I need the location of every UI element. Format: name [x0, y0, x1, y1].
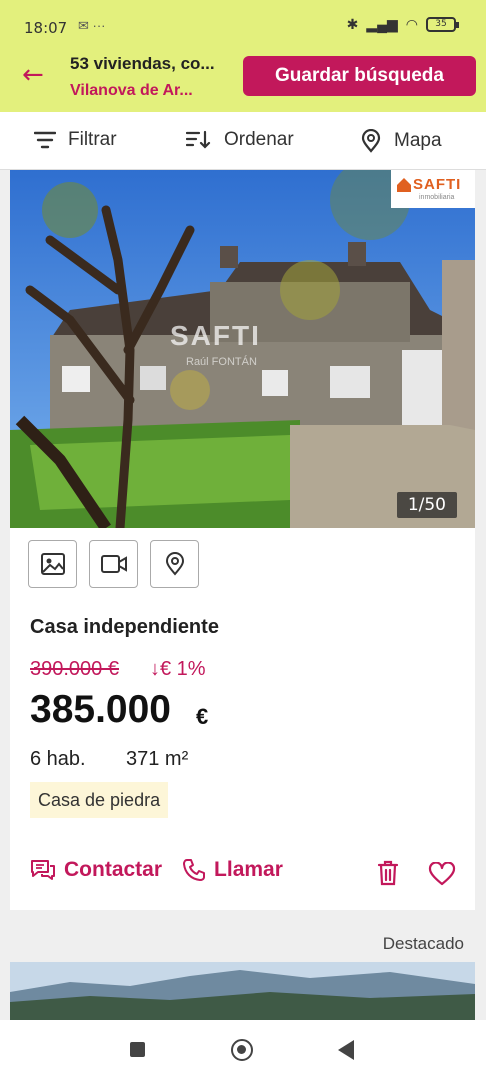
back-triangle-icon[interactable] [338, 1040, 354, 1060]
photos-button[interactable] [28, 540, 77, 588]
filter-button[interactable]: Filtrar [34, 129, 117, 151]
surface-area: 371 m² [126, 748, 189, 770]
save-search-button[interactable]: Guardar búsqueda [243, 56, 476, 96]
trash-icon[interactable] [376, 860, 400, 886]
agency-logo-text: SAFTI [413, 176, 462, 193]
next-listing-photo[interactable] [10, 962, 475, 1020]
video-button[interactable] [89, 540, 138, 588]
sort-icon [186, 130, 211, 149]
rooms-count: 6 hab. [30, 748, 86, 770]
sort-label: Ordenar [224, 129, 294, 150]
system-nav-bar [0, 1020, 486, 1080]
image-icon [40, 553, 65, 575]
call-button[interactable]: Llamar [182, 858, 283, 882]
wifi-icon: ◠ [405, 16, 418, 32]
location-pin-icon [165, 552, 184, 576]
filter-icon [34, 131, 56, 149]
current-price: 385.000 [30, 688, 171, 731]
old-price: 390.000 € [30, 658, 119, 680]
map-label: Mapa [394, 130, 442, 151]
heart-icon[interactable] [428, 862, 456, 886]
search-title: 53 viviendas, co... [70, 54, 215, 73]
location-button[interactable] [150, 540, 199, 588]
house-logo-icon [397, 178, 411, 192]
landscape-photo-image [10, 962, 475, 1020]
property-type: Casa independiente [30, 616, 219, 638]
listing-photo[interactable]: SAFTI Raúl FONTÁN SAFTI inmobiliaria 1/5… [10, 170, 475, 528]
bluetooth-icon: ✱ [346, 16, 359, 32]
app-header: ← 53 viviendas, co... Vilanova de Ar... … [0, 52, 486, 112]
home-icon[interactable] [231, 1039, 253, 1061]
listing-actions: Contactar Llamar [30, 858, 283, 882]
photo-counter: 1/50 [396, 492, 457, 518]
listing-card[interactable]: SAFTI Raúl FONTÁN SAFTI inmobiliaria 1/5… [10, 170, 475, 910]
agency-logo-subtext: inmobiliaria [419, 194, 455, 201]
photo-watermark: SAFTI [170, 320, 261, 351]
map-button[interactable]: Mapa [360, 129, 442, 153]
media-buttons [28, 540, 199, 588]
recents-icon[interactable] [130, 1042, 145, 1057]
price-drop: ↓€ 1% [150, 658, 206, 680]
map-pin-icon [361, 129, 381, 153]
battery-icon: 35 [426, 17, 459, 32]
phone-icon [183, 859, 206, 881]
feature-tag: Casa de piedra [30, 782, 169, 818]
search-location: Vilanova de Ar... [70, 82, 193, 99]
notification-icons: ✉ ··· [78, 18, 106, 33]
call-label: Llamar [214, 858, 283, 881]
status-bar: 18:07 ✉ ··· ✱ ▂▄▆ ◠ 35 [0, 0, 486, 52]
contact-label: Contactar [64, 858, 163, 881]
featured-label: Destacado [382, 934, 464, 953]
contact-button[interactable]: Contactar [30, 858, 162, 882]
signal-icon: ▂▄▆ [366, 16, 398, 32]
chat-icon [31, 860, 55, 880]
filter-toolbar: Filtrar Ordenar Mapa [0, 112, 486, 170]
agency-logo: SAFTI inmobiliaria [391, 170, 475, 208]
system-icons: ✱ ▂▄▆ ◠ 35 [346, 16, 459, 33]
photo-watermark-agent: Raúl FONTÁN [186, 356, 257, 368]
back-arrow-icon[interactable]: ← [22, 60, 44, 90]
price-currency: € [196, 704, 209, 729]
status-time: 18:07 [24, 19, 68, 37]
sort-button[interactable]: Ordenar [186, 129, 294, 151]
video-icon [100, 555, 127, 573]
filter-label: Filtrar [68, 129, 117, 150]
